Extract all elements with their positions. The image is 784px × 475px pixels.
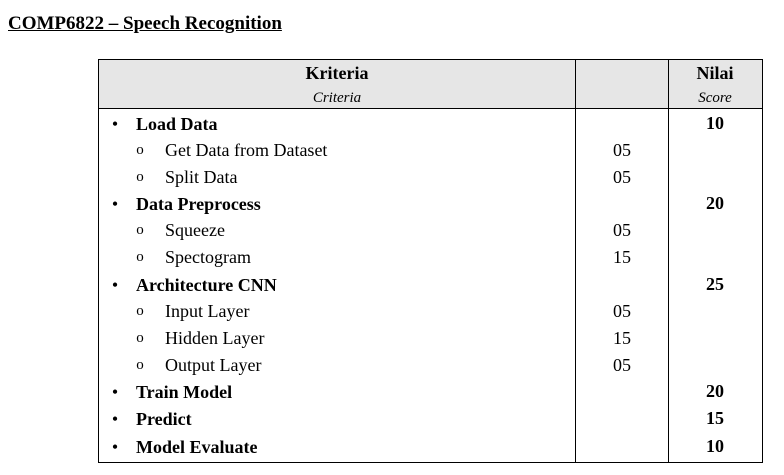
criterion-name: Predict [136, 409, 192, 429]
criterion-name: Load Data [136, 114, 218, 134]
subcriterion-name: Spectogram [165, 247, 251, 267]
bullet-icon: • [111, 194, 119, 214]
criterion-score: 10 [706, 113, 724, 133]
subcriterion-points: 05 [613, 167, 631, 187]
header-points [575, 60, 668, 108]
criterion-row: • Architecture CNN 25 [99, 272, 762, 298]
subcriterion-name: Split Data [165, 167, 238, 187]
subcriterion-points: 15 [613, 247, 631, 267]
criterion-score: 25 [706, 274, 724, 294]
header-score: Nilai Score [668, 60, 762, 108]
subcriterion-name: Squeeze [165, 220, 225, 240]
criterion-score: 20 [706, 381, 724, 401]
criterion-row: • Model Evaluate 10 [99, 434, 762, 460]
bullet-icon: • [111, 437, 119, 457]
document-title: COMP6822 – Speech Recognition [8, 13, 282, 34]
bullet-icon: • [111, 409, 119, 429]
criterion-score: 20 [706, 193, 724, 213]
subcriterion-points: 05 [613, 140, 631, 160]
header-score-sublabel: Score [698, 90, 732, 106]
subcriterion-row: o Hidden Layer 15 [99, 325, 762, 351]
criterion-name: Train Model [136, 382, 233, 402]
subcriterion-row: o Split Data 05 [99, 164, 762, 190]
header-criteria-label: Kriteria [305, 63, 369, 83]
bullet-icon: • [111, 275, 119, 295]
circle-bullet-icon: o [136, 330, 144, 346]
criterion-score: 15 [706, 408, 724, 428]
criterion-name: Model Evaluate [136, 437, 258, 457]
subcriterion-row: o Get Data from Dataset 05 [99, 137, 762, 163]
subcriterion-name: Output Layer [165, 355, 262, 375]
subcriterion-points: 05 [613, 220, 631, 240]
subcriterion-row: o Spectogram 15 [99, 244, 762, 270]
subcriterion-points: 05 [613, 355, 631, 375]
circle-bullet-icon: o [136, 303, 144, 319]
criterion-row: • Load Data 10 [99, 111, 762, 137]
criterion-row: • Predict 15 [99, 406, 762, 432]
subcriterion-name: Input Layer [165, 301, 250, 321]
subcriterion-name: Get Data from Dataset [165, 140, 328, 160]
criterion-name: Architecture CNN [136, 275, 277, 295]
circle-bullet-icon: o [136, 169, 144, 185]
circle-bullet-icon: o [136, 142, 144, 158]
subcriterion-points: 05 [613, 301, 631, 321]
header-criteria-sublabel: Criteria [312, 90, 362, 106]
subcriterion-row: o Input Layer 05 [99, 298, 762, 324]
header-criteria: Kriteria Criteria [99, 60, 575, 108]
circle-bullet-icon: o [136, 357, 144, 373]
criterion-score: 10 [706, 436, 724, 456]
rubric-table: Kriteria Criteria Nilai Score • Load Data… [98, 59, 763, 463]
bullet-icon: • [111, 382, 119, 402]
subcriterion-name: Hidden Layer [165, 328, 265, 348]
subcriterion-row: o Output Layer 05 [99, 352, 762, 378]
circle-bullet-icon: o [136, 249, 144, 265]
header-score-label: Nilai [696, 63, 734, 83]
criterion-row: • Train Model 20 [99, 379, 762, 405]
subcriterion-row: o Squeeze 05 [99, 217, 762, 243]
criterion-row: • Data Preprocess 20 [99, 191, 762, 217]
circle-bullet-icon: o [136, 222, 144, 238]
criterion-name: Data Preprocess [136, 194, 261, 214]
bullet-icon: • [111, 114, 119, 134]
subcriterion-points: 15 [613, 328, 631, 348]
